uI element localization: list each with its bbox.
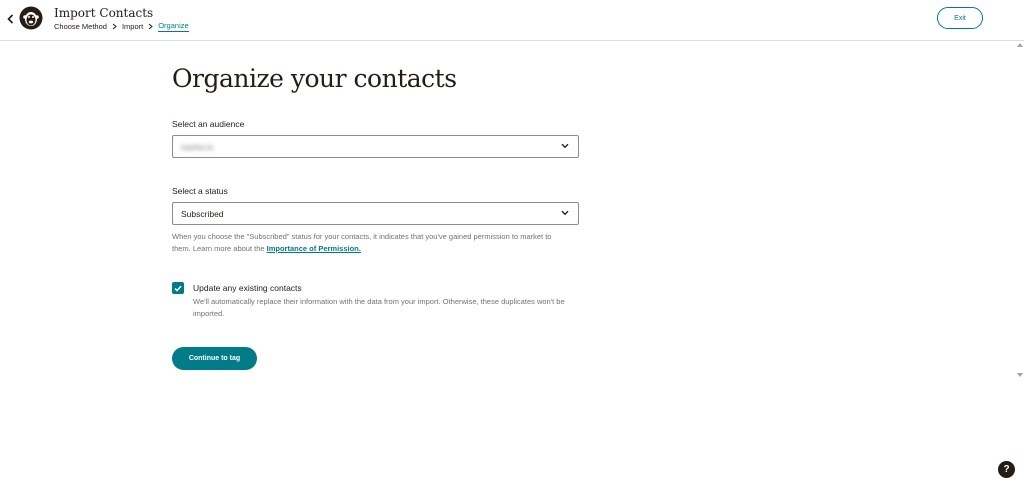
status-value: Subscribed bbox=[181, 209, 224, 219]
help-icon[interactable]: ? bbox=[998, 461, 1015, 478]
audience-select[interactable]: nasha.io bbox=[172, 135, 579, 158]
back-button[interactable] bbox=[4, 11, 16, 27]
app-title: Import Contacts bbox=[54, 6, 154, 20]
audience-value: nasha.io bbox=[181, 142, 214, 152]
status-label: Select a status bbox=[172, 186, 228, 196]
scrollbar[interactable] bbox=[1016, 40, 1024, 380]
back-arrow-icon bbox=[6, 14, 13, 24]
breadcrumb-organize: Organize bbox=[158, 20, 189, 32]
scroll-up-icon[interactable] bbox=[1017, 43, 1023, 47]
chevron-right-icon bbox=[112, 23, 117, 29]
chevron-down-icon bbox=[561, 143, 569, 149]
chevron-down-icon bbox=[561, 210, 569, 216]
update-existing-checkbox[interactable] bbox=[172, 282, 184, 294]
update-existing-description: We'll automatically replace their inform… bbox=[193, 297, 565, 318]
top-bar: Import Contacts Choose Method Import Org… bbox=[0, 0, 1024, 41]
continue-to-tag-button[interactable]: Continue to tag bbox=[172, 347, 257, 370]
breadcrumb-import[interactable]: Import bbox=[122, 22, 143, 31]
status-select[interactable]: Subscribed bbox=[172, 202, 579, 225]
importance-of-permission-link[interactable]: Importance of Permission. bbox=[267, 244, 361, 253]
status-help-text: When you choose the "Subscribed" status … bbox=[172, 231, 572, 255]
scroll-down-icon[interactable] bbox=[1017, 373, 1023, 377]
page-title: Organize your contacts bbox=[172, 64, 457, 93]
chevron-right-icon bbox=[148, 23, 153, 29]
audience-label: Select an audience bbox=[172, 119, 245, 129]
status-help-body: When you choose the "Subscribed" status … bbox=[172, 232, 552, 253]
breadcrumb-choose-method[interactable]: Choose Method bbox=[54, 22, 107, 31]
exit-button[interactable]: Exit bbox=[937, 7, 983, 29]
checkmark-icon bbox=[174, 285, 182, 292]
mailchimp-logo-icon[interactable] bbox=[19, 6, 43, 30]
update-existing-label: Update any existing contacts bbox=[193, 283, 302, 293]
breadcrumb: Choose Method Import Organize bbox=[54, 20, 189, 32]
